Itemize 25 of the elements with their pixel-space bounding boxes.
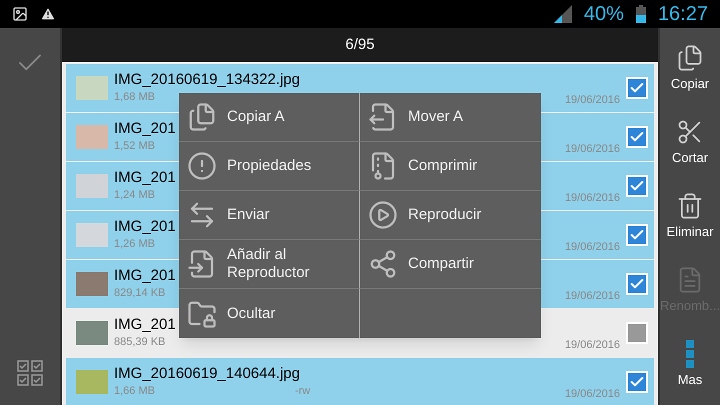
clock: 16:27 [658,2,708,27]
file-size: 1,26 MB [114,236,155,252]
file-date: 19/06/2016 [564,386,620,402]
file-name: IMG_201 [114,120,176,138]
file-date: 19/06/2016 [564,142,620,156]
battery-percent: 40% [584,2,624,27]
file-name: IMG_201 [114,266,176,285]
file-name: IMG_201 [114,316,176,334]
file-date: 19/06/2016 [564,338,620,352]
file-permissions: -rw [294,384,310,399]
selection-count: 6/95 [345,34,375,55]
file-size: 1,52 MB [114,138,155,154]
file-name: IMG_201 [114,218,176,236]
file-size: 1,24 MB [114,188,155,203]
file-size: 1,66 MB [114,384,155,399]
file-size: 885,39 KB [114,334,166,350]
file-date: 19/06/2016 [564,190,620,206]
file-size: 829,14 KB [114,286,166,301]
file-size: 1,68 MB [114,90,155,105]
file-name: IMG_201 [114,168,176,187]
file-date: 19/06/2016 [564,288,620,304]
file-name: IMG_20160619_134322.jpg [114,70,300,89]
file-date: 19/06/2016 [564,240,620,254]
file-name: IMG_20160619_140644.jpg [114,364,300,383]
file-date: 19/06/2016 [564,92,620,108]
